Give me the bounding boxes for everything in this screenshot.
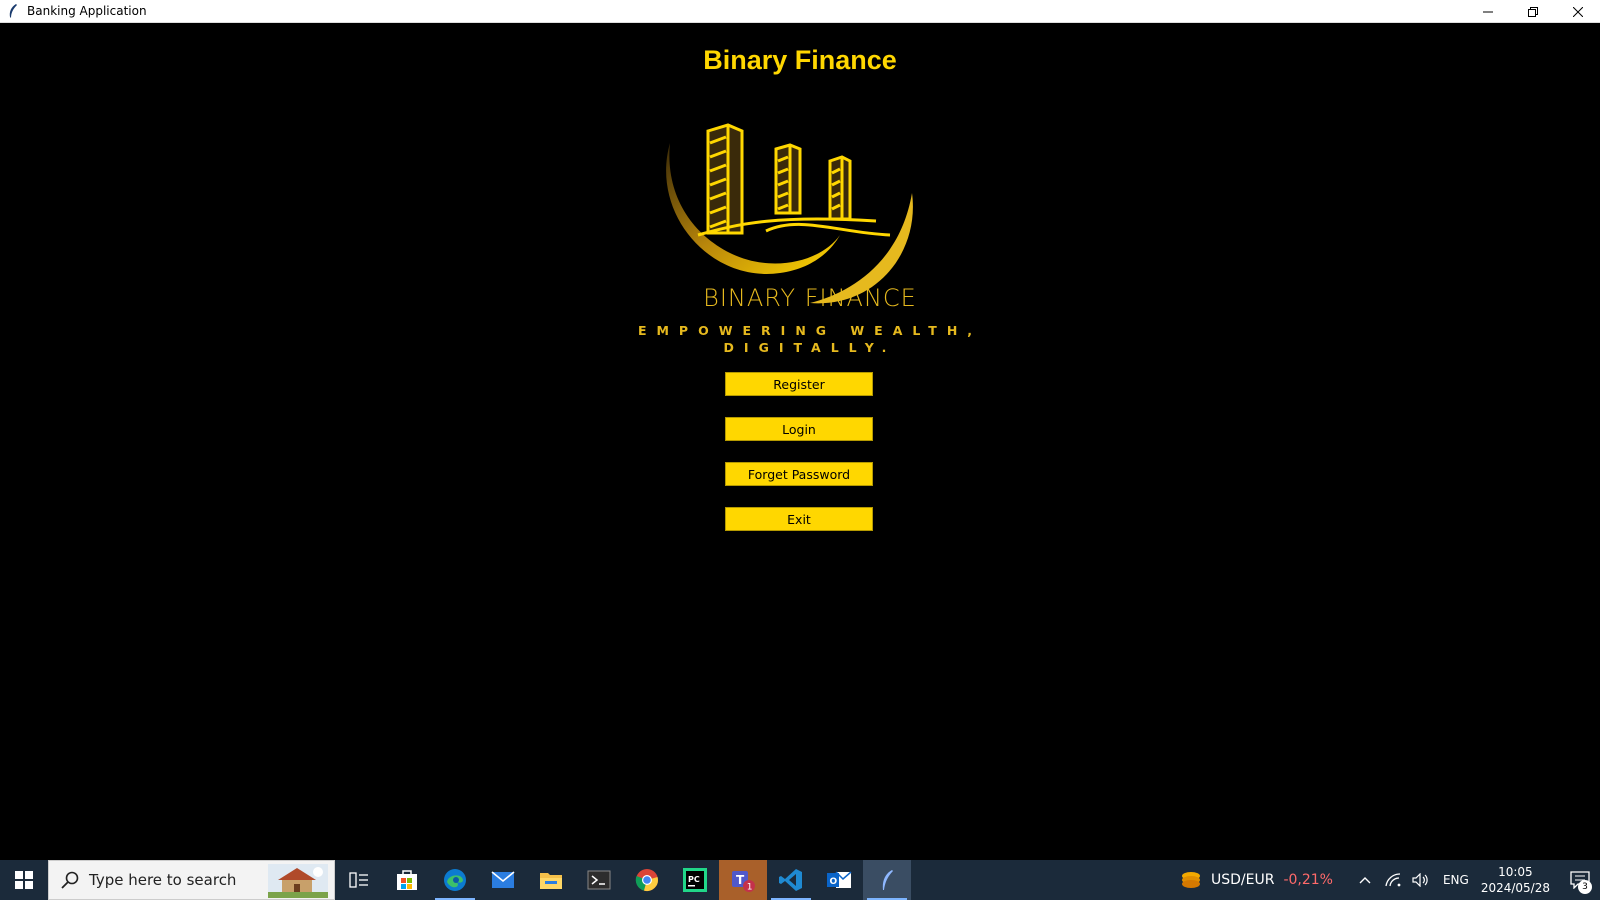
terminal-icon	[587, 870, 611, 890]
register-button[interactable]: Register	[725, 372, 873, 396]
coins-icon[interactable]	[1179, 870, 1203, 890]
python-app-button[interactable]	[863, 860, 911, 900]
notification-center-button[interactable]: 3	[1560, 860, 1600, 900]
search-icon	[61, 871, 79, 889]
start-button[interactable]	[0, 860, 48, 900]
windows-taskbar: Type here to search PC T1 O USD/EUR -0,2…	[0, 860, 1600, 900]
window-titlebar: Banking Application	[0, 0, 1600, 23]
restore-button[interactable]	[1510, 0, 1555, 23]
task-view-icon	[349, 872, 368, 888]
window-controls	[1465, 0, 1600, 23]
svg-text:PC: PC	[688, 875, 700, 884]
search-placeholder: Type here to search	[89, 871, 237, 889]
pycharm-button[interactable]: PC	[671, 860, 719, 900]
restore-icon	[1527, 6, 1538, 17]
chrome-icon	[635, 869, 658, 891]
microsoft-store-icon	[397, 870, 417, 890]
exit-button[interactable]: Exit	[725, 507, 873, 531]
terminal-button[interactable]	[575, 860, 623, 900]
outlook-icon: O	[827, 871, 852, 888]
teams-badge-count: 1	[747, 883, 753, 893]
folder-icon	[540, 873, 562, 889]
binary-finance-logo	[666, 123, 913, 304]
search-highlight-illustration-icon	[268, 864, 328, 898]
login-button[interactable]: Login	[725, 417, 873, 441]
windows-logo-icon	[15, 871, 33, 889]
mail-button[interactable]	[479, 860, 527, 900]
currency-change-value[interactable]: -0,21%	[1283, 872, 1333, 888]
system-tray: USD/EUR -0,21% ENG 10:05 2024/05/28 3	[1177, 860, 1600, 900]
wifi-icon[interactable]	[1381, 873, 1405, 887]
page-title: Binary Finance	[703, 45, 897, 75]
currency-pair-label[interactable]: USD/EUR	[1211, 872, 1274, 888]
vscode-button[interactable]	[767, 860, 815, 900]
clock-date: 2024/05/28	[1480, 881, 1550, 895]
feather-icon	[5, 3, 21, 19]
minimize-button[interactable]	[1465, 0, 1510, 23]
tagline-line-1: EMPOWERING WEALTH,	[637, 323, 983, 338]
edge-button[interactable]	[431, 860, 479, 900]
teams-button[interactable]: T1	[719, 860, 767, 900]
edge-icon	[444, 869, 466, 891]
minimize-icon	[1482, 11, 1493, 12]
forget-password-button[interactable]: Forget Password	[725, 462, 873, 486]
mail-icon	[491, 871, 515, 888]
vscode-icon	[779, 869, 802, 891]
clock-time: 10:05	[1498, 865, 1533, 879]
file-explorer-button[interactable]	[527, 860, 575, 900]
taskbar-search-box[interactable]: Type here to search	[48, 860, 335, 900]
task-view-button[interactable]	[335, 860, 383, 900]
window-title: Banking Application	[27, 4, 147, 18]
outlook-button[interactable]: O	[815, 860, 863, 900]
chrome-button[interactable]	[623, 860, 671, 900]
app-window-content: Binary Finance BINARY FINANCE EMPOWERING…	[0, 23, 1600, 860]
pycharm-icon: PC	[683, 868, 707, 892]
feather-icon	[882, 870, 893, 890]
close-button[interactable]	[1555, 0, 1600, 23]
brand-name: BINARY FINANCE	[703, 284, 917, 312]
language-indicator[interactable]: ENG	[1443, 873, 1469, 887]
teams-icon: T1	[732, 871, 755, 893]
chevron-up-icon[interactable]	[1353, 876, 1377, 884]
notification-badge: 3	[1578, 880, 1592, 894]
volume-icon[interactable]	[1409, 873, 1433, 887]
tagline: EMPOWERING WEALTH, DIGITALLY.	[0, 322, 1600, 356]
svg-text:O: O	[830, 877, 838, 887]
close-icon	[1572, 6, 1583, 17]
tagline-line-2: DIGITALLY.	[723, 340, 897, 355]
clock[interactable]: 10:05 2024/05/28	[1481, 864, 1550, 896]
microsoft-store-button[interactable]	[383, 860, 431, 900]
